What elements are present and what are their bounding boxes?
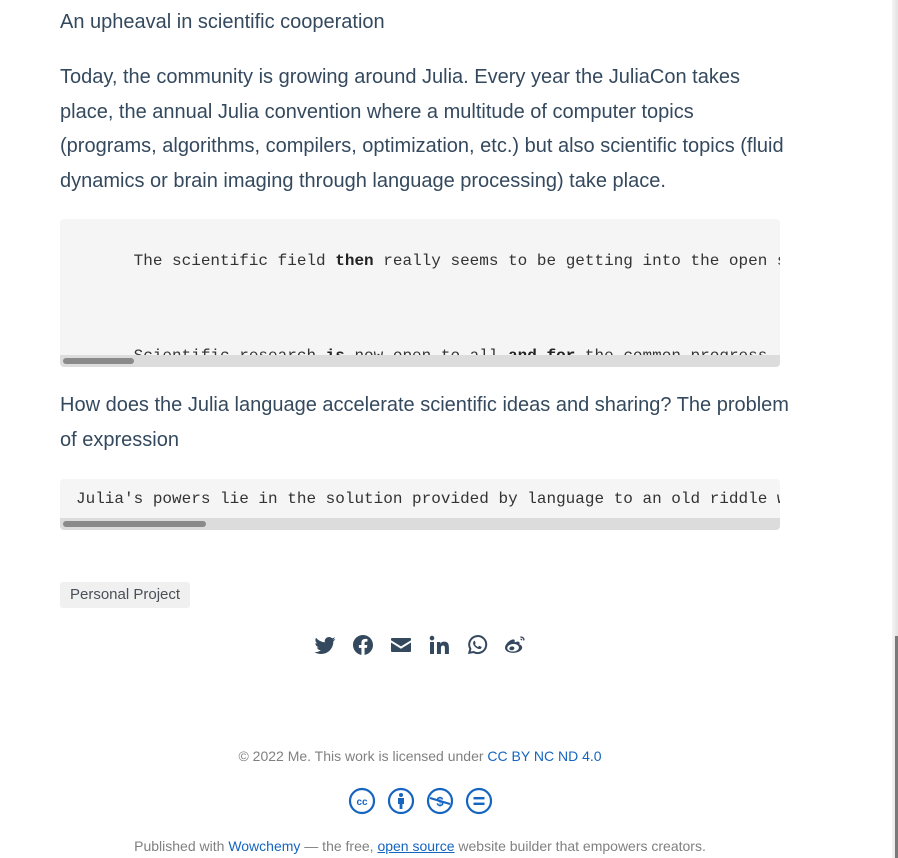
section-heading: An upheaval in scientific cooperation — [60, 11, 385, 33]
wowchemy-link[interactable]: Wowchemy — [228, 838, 300, 854]
scrollbar-thumb[interactable] — [63, 521, 206, 527]
license-line: © 2022 Me. This work is licensed under C… — [238, 748, 602, 764]
paragraph-juliacon: Today, the community is growing around J… — [60, 66, 784, 193]
published-line: Published with Wowchemy — the free, open… — [134, 838, 706, 854]
code-line: Julia's powers lie in the solution provi… — [76, 490, 780, 508]
cc-license-icons: cc $ — [0, 787, 840, 817]
nc-icon[interactable]: $ — [426, 787, 454, 817]
twitter-icon[interactable] — [313, 633, 337, 657]
linkedin-icon[interactable] — [427, 633, 451, 657]
code-block-scientific: The scientific field then really seems t… — [60, 219, 780, 367]
horizontal-scrollbar[interactable] — [60, 518, 780, 530]
facebook-icon[interactable] — [351, 633, 375, 657]
license-link[interactable]: CC BY NC ND 4.0 — [487, 748, 601, 764]
share-bar — [60, 630, 780, 660]
code-line: The scientific field then really seems t… — [133, 252, 780, 270]
by-icon[interactable] — [387, 787, 415, 817]
nd-icon[interactable] — [465, 787, 493, 817]
email-icon[interactable] — [389, 633, 413, 657]
horizontal-scrollbar[interactable] — [60, 355, 780, 367]
svg-text:cc: cc — [356, 797, 368, 808]
tag-personal-project[interactable]: Personal Project — [60, 582, 191, 608]
weibo-icon[interactable] — [503, 633, 527, 657]
cc-icon[interactable]: cc — [348, 787, 376, 817]
scrollbar-thumb[interactable] — [63, 358, 134, 364]
code-block-julia: Julia's powers lie in the solution provi… — [60, 479, 780, 530]
whatsapp-icon[interactable] — [465, 633, 489, 657]
section-question: How does the Julia language accelerate s… — [60, 394, 789, 451]
open-source-link[interactable]: open source — [377, 838, 454, 854]
